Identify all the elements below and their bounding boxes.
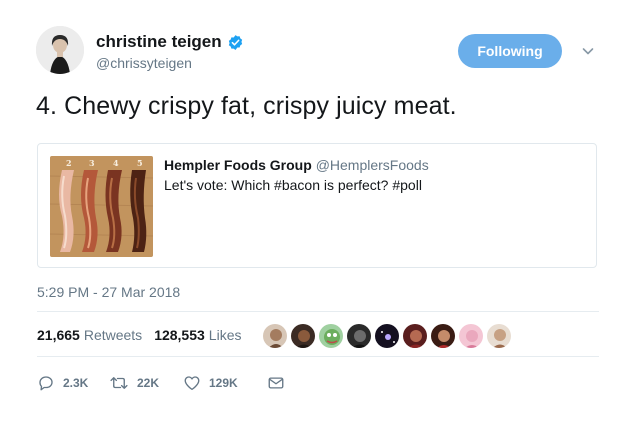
- verified-badge-icon: [228, 34, 242, 50]
- divider-top: [37, 311, 599, 312]
- author-name[interactable]: christine teigen: [96, 32, 244, 52]
- tweet-stats: 21,665 Retweets 128,553 Likes: [37, 327, 241, 343]
- retweet-count: 22K: [137, 376, 160, 390]
- quoted-tweet[interactable]: 2 3 4 5 Hempler Foods Group @HemplersFoo…: [37, 143, 597, 268]
- bacon-number-5: 5: [137, 158, 143, 168]
- reply-count: 2.3K: [63, 376, 89, 390]
- liker-avatar[interactable]: [346, 323, 372, 349]
- likes-stat[interactable]: 128,553 Likes: [154, 327, 241, 343]
- tweet-text: 4. Chewy crispy fat, crispy juicy meat.: [36, 92, 457, 120]
- liker-avatar[interactable]: [318, 323, 344, 349]
- like-count: 129K: [209, 376, 238, 390]
- bacon-number-3: 3: [89, 158, 95, 168]
- quoted-tweet-text: Let's vote: Which #bacon is perfect? #po…: [164, 177, 422, 193]
- tweet-card: christine teigen @chrissyteigen Followin…: [0, 0, 636, 422]
- reply-icon: [39, 376, 53, 391]
- liker-avatar[interactable]: [262, 323, 288, 349]
- retweet-button[interactable]: 22K: [109, 374, 183, 392]
- liker-avatar[interactable]: [486, 323, 512, 349]
- quoted-tweet-header: Hempler Foods Group @HemplersFoods: [164, 157, 429, 173]
- liker-avatar[interactable]: [290, 323, 316, 349]
- like-button[interactable]: 129K: [183, 374, 267, 392]
- tweet-actions: 2.3K 22K 129K: [37, 374, 293, 392]
- liker-avatars: [262, 323, 514, 349]
- liker-avatar[interactable]: [374, 323, 400, 349]
- author-avatar[interactable]: [36, 26, 84, 74]
- likes-count: 128,553: [154, 327, 205, 343]
- author-handle[interactable]: @chrissyteigen: [96, 55, 192, 71]
- author-avatar-image: [36, 26, 84, 74]
- envelope-icon: [268, 377, 284, 389]
- liker-avatar[interactable]: [430, 323, 456, 349]
- bacon-photo-image: 2 3 4 5: [50, 156, 153, 257]
- liker-avatar[interactable]: [458, 323, 484, 349]
- quoted-tweet-author-name: Hempler Foods Group: [164, 157, 312, 173]
- quoted-tweet-image: 2 3 4 5: [50, 156, 153, 257]
- direct-message-button[interactable]: [267, 374, 293, 392]
- bacon-number-4: 4: [113, 158, 119, 168]
- retweets-count: 21,665: [37, 327, 80, 343]
- likes-label: Likes: [208, 327, 242, 343]
- chevron-down-icon[interactable]: [580, 43, 596, 59]
- quoted-tweet-author-handle: @HemplersFoods: [315, 157, 429, 173]
- retweets-label: Retweets: [83, 327, 143, 343]
- following-button[interactable]: Following: [458, 34, 562, 68]
- divider-bottom: [37, 356, 599, 357]
- reply-button[interactable]: 2.3K: [37, 374, 109, 392]
- liker-avatar[interactable]: [402, 323, 428, 349]
- heart-icon: [184, 376, 200, 391]
- tweet-timestamp[interactable]: 5:29 PM - 27 Mar 2018: [37, 284, 180, 300]
- retweets-stat[interactable]: 21,665 Retweets: [37, 327, 142, 343]
- author-name-text: christine teigen: [96, 32, 222, 51]
- bacon-number-2: 2: [66, 158, 72, 168]
- retweet-icon: [110, 377, 128, 389]
